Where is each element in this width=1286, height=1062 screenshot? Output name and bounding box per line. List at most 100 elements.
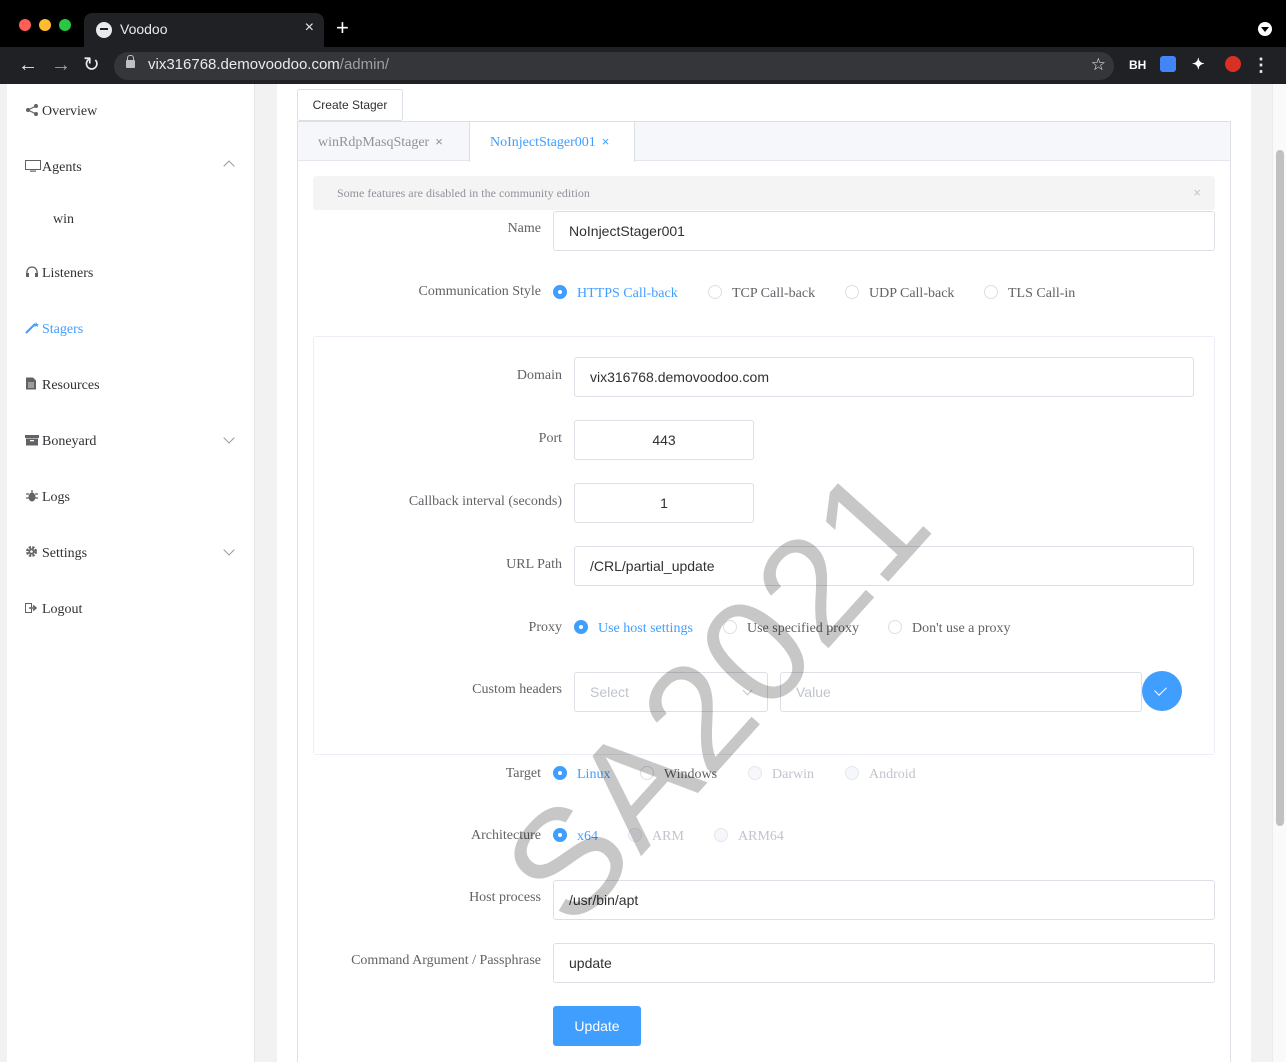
update-button[interactable]: Update: [553, 1006, 641, 1046]
sidebar-item-label: Stagers: [42, 322, 84, 337]
forward-arrow-icon[interactable]: →: [51, 53, 71, 77]
radio-arch-x64[interactable]: x64: [553, 827, 598, 847]
tab-noinjectstager001[interactable]: NoInjectStager001 ×: [469, 122, 635, 162]
radio-label: Don't use a proxy: [912, 621, 1011, 636]
extensions-puzzle-icon[interactable]: ✦: [1192, 55, 1205, 73]
domain-input[interactable]: vix316768.demovoodoo.com: [574, 357, 1194, 397]
address-bar[interactable]: vix316768.demovoodoo.com/admin/ ☆: [114, 52, 1114, 80]
sidebar: Overview Agents win Listeners Stagers Re…: [7, 84, 255, 1062]
alert-text: Some features are disabled in the commun…: [337, 186, 590, 200]
gear-icon: [25, 545, 39, 557]
radio-label: TCP Call-back: [732, 286, 816, 301]
port-input[interactable]: 443: [574, 420, 754, 460]
sidebar-item-listeners[interactable]: Listeners: [25, 264, 93, 284]
radio-label: Darwin: [772, 767, 814, 782]
radio-use-host-settings[interactable]: Use host settings: [574, 619, 693, 639]
browser-tab[interactable]: Voodoo ×: [84, 13, 324, 47]
page-scrollbar[interactable]: [1272, 84, 1286, 1062]
box-icon: [25, 433, 39, 446]
chevron-up-icon[interactable]: [223, 160, 235, 172]
extension-red-icon[interactable]: [1225, 56, 1241, 72]
sidebar-item-resources[interactable]: Resources: [25, 376, 100, 396]
radio-label: ARM64: [738, 829, 784, 844]
radio-label: HTTPS Call-back: [577, 286, 678, 301]
radio-target-windows[interactable]: Windows: [640, 765, 717, 785]
radio-tls-callin[interactable]: TLS Call-in: [984, 284, 1075, 304]
close-tab-icon[interactable]: ×: [305, 19, 314, 37]
radio-label: Windows: [664, 767, 718, 782]
scrollbar-thumb[interactable]: [1276, 150, 1284, 826]
browser-menu-icon[interactable]: ⋮: [1252, 55, 1270, 76]
sidebar-subitem-win[interactable]: win: [53, 212, 74, 228]
radio-arch-arm: ARM: [628, 827, 684, 847]
monitor-icon: [25, 159, 41, 172]
name-input[interactable]: NoInjectStager001: [553, 211, 1215, 251]
share-icon: [25, 103, 39, 116]
custom-headers-label: Custom headers: [472, 682, 562, 697]
url-text: vix316768.demovoodoo.com/admin/: [148, 56, 389, 73]
add-header-check-button[interactable]: [1142, 671, 1182, 711]
sidebar-item-stagers[interactable]: Stagers: [25, 320, 83, 340]
alert-close-icon[interactable]: ×: [1193, 176, 1201, 210]
chevron-down-icon[interactable]: [223, 544, 235, 556]
sidebar-item-label: Overview: [42, 104, 98, 119]
radio-udp-callback[interactable]: UDP Call-back: [845, 284, 954, 304]
tab-search-icon[interactable]: [1258, 22, 1272, 36]
sidebar-item-label: Agents: [42, 160, 82, 175]
radio-https-callback[interactable]: HTTPS Call-back: [553, 284, 678, 304]
command-argument-label: Command Argument / Passphrase: [351, 953, 541, 968]
radio-use-specified-proxy[interactable]: Use specified proxy: [723, 619, 859, 639]
host-process-input[interactable]: /usr/bin/apt: [553, 880, 1215, 920]
radio-arch-arm64: ARM64: [714, 827, 784, 847]
bookmark-star-icon[interactable]: ☆: [1091, 55, 1106, 75]
new-tab-button[interactable]: +: [336, 15, 349, 41]
back-arrow-icon[interactable]: ←: [18, 53, 38, 77]
communication-style-label: Communication Style: [418, 284, 542, 299]
select-placeholder: Select: [590, 684, 629, 700]
url-path-input[interactable]: /CRL/partial_update: [574, 546, 1194, 586]
browser-toolbar: ← → ↻ vix316768.demovoodoo.com/admin/ ☆ …: [0, 47, 1286, 84]
callback-interval-input[interactable]: 1: [574, 483, 754, 523]
create-stager-button[interactable]: Create Stager: [297, 89, 403, 121]
headset-icon: [25, 265, 39, 277]
sidebar-item-label: Settings: [42, 546, 88, 561]
header-value-input[interactable]: Value: [780, 672, 1142, 712]
extension-bh-icon[interactable]: BH: [1129, 58, 1146, 72]
tab-winrdpmasqstager[interactable]: winRdpMasqStager ×: [298, 122, 470, 161]
header-name-select[interactable]: Select: [574, 672, 768, 712]
radio-tcp-callback[interactable]: TCP Call-back: [708, 284, 815, 304]
host-process-label: Host process: [469, 890, 541, 905]
sidebar-item-label: Boneyard: [42, 434, 97, 449]
reload-icon[interactable]: ↻: [83, 53, 100, 77]
sidebar-item-logout[interactable]: Logout: [25, 600, 82, 620]
radio-no-proxy[interactable]: Don't use a proxy: [888, 619, 1011, 639]
browser-tab-strip: Voodoo × +: [0, 0, 1286, 47]
voodoo-favicon-icon: [96, 22, 112, 38]
sidebar-item-logs[interactable]: Logs: [25, 488, 70, 508]
sidebar-item-agents[interactable]: Agents: [25, 158, 82, 178]
extension-window-icon[interactable]: [1160, 56, 1176, 72]
sidebar-item-overview[interactable]: Overview: [25, 102, 97, 122]
callback-interval-label: Callback interval (seconds): [408, 494, 562, 509]
close-window-button[interactable]: [19, 19, 31, 31]
maximize-window-button[interactable]: [59, 19, 71, 31]
radio-dot: [888, 620, 902, 634]
minimize-window-button[interactable]: [39, 19, 51, 31]
sidebar-item-label: Logs: [42, 490, 70, 505]
radio-target-darwin: Darwin: [748, 765, 814, 785]
radio-label: UDP Call-back: [869, 286, 955, 301]
tab-label: NoInjectStager001: [490, 135, 596, 150]
sidebar-item-settings[interactable]: Settings: [25, 544, 87, 564]
proxy-label: Proxy: [528, 620, 562, 635]
sidebar-item-boneyard[interactable]: Boneyard: [25, 432, 96, 452]
chevron-down-icon[interactable]: [223, 432, 235, 444]
command-argument-input[interactable]: update: [553, 943, 1215, 983]
bug-icon: [25, 489, 39, 502]
radio-dot: [553, 828, 567, 842]
close-tab-x-icon[interactable]: ×: [602, 134, 610, 149]
logout-icon: [25, 601, 39, 613]
radio-dot: [845, 285, 859, 299]
radio-dot: [574, 620, 588, 634]
close-tab-x-icon[interactable]: ×: [435, 134, 443, 149]
radio-target-linux[interactable]: Linux: [553, 765, 610, 785]
